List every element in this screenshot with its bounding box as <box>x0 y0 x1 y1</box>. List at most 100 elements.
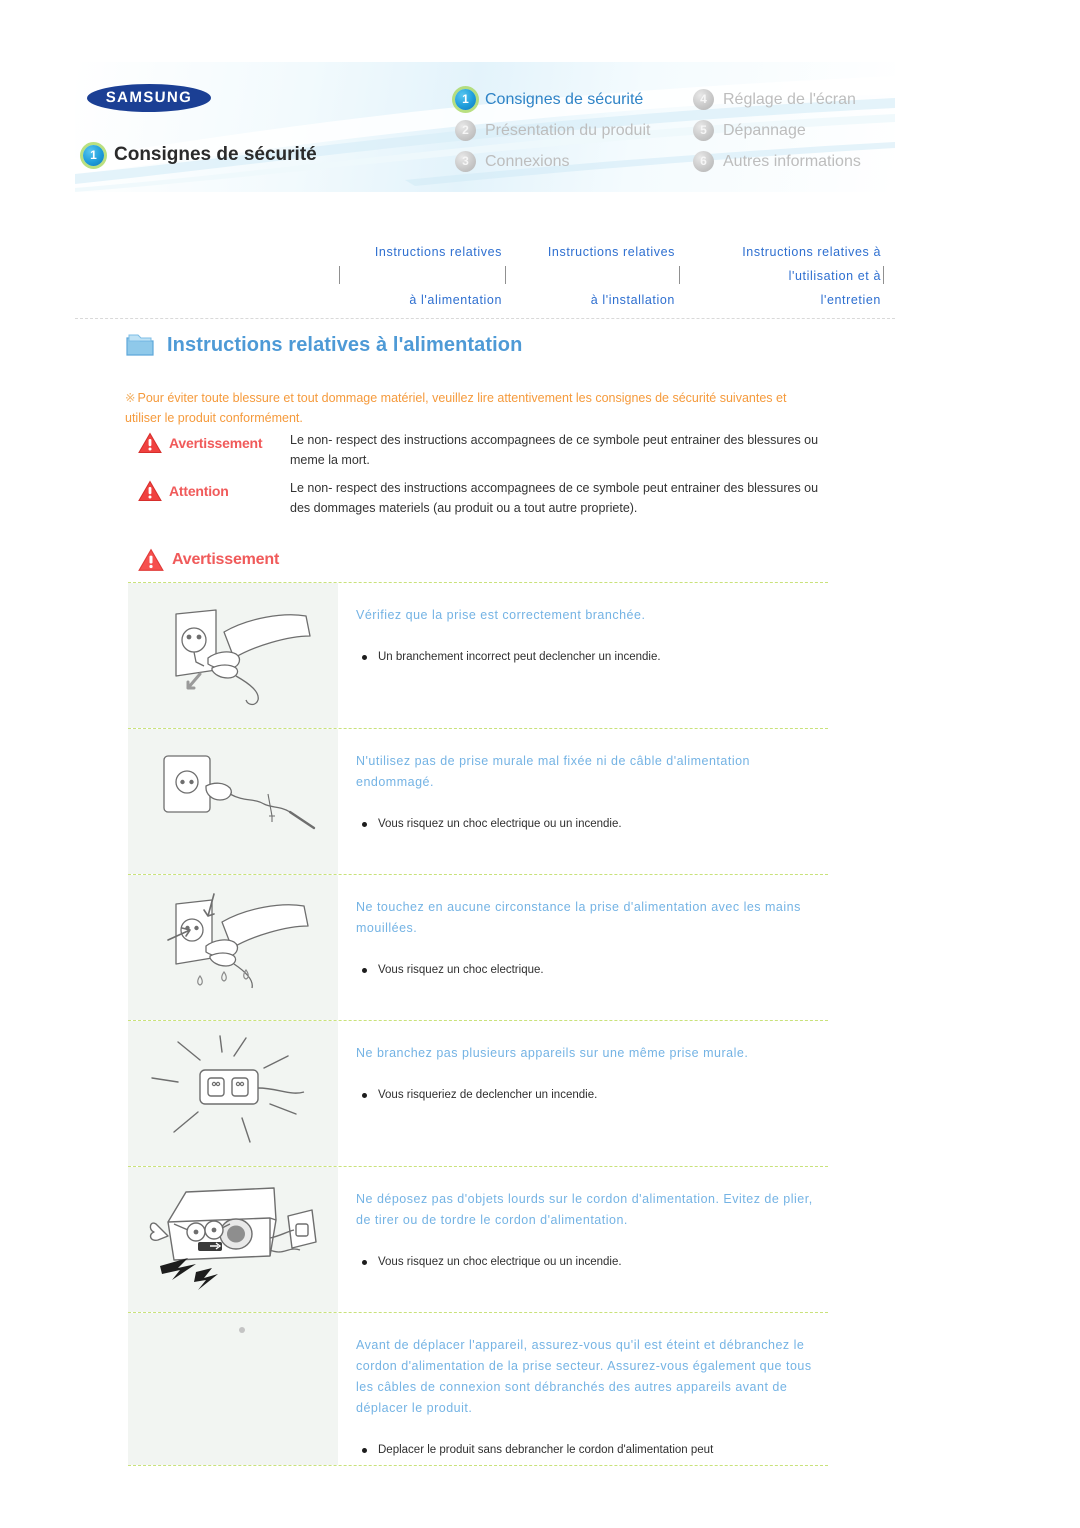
page-title-number-badge: 1 <box>83 144 104 166</box>
wet-hand-touching-power-plug-illustration <box>167 892 309 988</box>
nav-label-3: Connexions <box>485 152 570 170</box>
nav-number-badge-4: 4 <box>693 89 714 110</box>
hand-plugging-cord-into-wall-socket-illustration <box>175 608 311 705</box>
tab-separator-3 <box>679 266 680 284</box>
safety-item-bullet: Vous risqueriez de declencher un incendi… <box>356 1086 828 1105</box>
nav-label-1: Consignes de sécurité <box>485 90 644 108</box>
nav-item-depannage[interactable]: 5 Dépannage <box>693 115 895 146</box>
nav-label-5: Dépannage <box>723 121 806 139</box>
safety-item-bullet: Vous risquez un choc electrique. <box>356 961 828 980</box>
nav-number-badge-6: 6 <box>693 151 714 172</box>
tab-instructions-installation[interactable]: Instructions relatives à l'installation <box>510 240 675 312</box>
nav-number-badge-2: 2 <box>455 120 476 141</box>
caution-triangle-icon <box>138 480 162 501</box>
legend-text-avertissement: Avertissement <box>169 435 263 451</box>
safety-item-bullet: Vous risquez un choc electrique ou un in… <box>356 815 828 834</box>
section-intro-text: ※ Pour éviter toute blessure et tout domm… <box>125 388 825 428</box>
page-header: SAMSUNG 1 Consignes de sécurité 1 Consig… <box>75 62 895 192</box>
nav-label-2: Présentation du produit <box>485 121 651 139</box>
page-title-group: 1 Consignes de sécurité <box>83 144 317 166</box>
safety-text-cell: Vérifiez que la prise est correctement b… <box>338 583 828 728</box>
nav-number-badge-5: 5 <box>693 120 714 141</box>
damaged-power-cable-wall-socket-illustration <box>163 754 316 829</box>
safety-item-bullets: Vous risqueriez de declencher un incendi… <box>356 1086 828 1105</box>
safety-row: Avant de déplacer l'appareil, assurez-vo… <box>128 1312 828 1466</box>
safety-row: Ne touchez en aucune circonstance la pri… <box>128 874 828 1020</box>
legend-desc-attention: Le non- respect des instructions accompa… <box>290 481 819 515</box>
folder-icon <box>126 334 154 356</box>
nav-item-autres-informations[interactable]: 6 Autres informations <box>693 146 895 177</box>
subsection-tabs: Instructions relatives à l'alimentation … <box>75 240 895 319</box>
safety-illustration-cell <box>128 875 338 1020</box>
samsung-logo: SAMSUNG <box>86 84 212 112</box>
intro-body: Pour éviter toute blessure et tout domma… <box>125 391 787 425</box>
legend-desc-avertissement: Le non- respect des instructions accompa… <box>290 433 819 467</box>
legend-label-attention: Attention <box>138 478 290 502</box>
section-banner: Instructions relatives à l'alimentation <box>125 332 522 358</box>
tab-3-line-2: l'utilisation et à <box>788 269 881 283</box>
safety-item-heading: Ne déposez pas d'objets lourds sur le co… <box>356 1192 813 1227</box>
section-banner-title: Instructions relatives à l'alimentation <box>167 333 523 356</box>
safety-item-bullets: Vous risquez un choc electrique. <box>356 961 828 980</box>
safety-row: Ne branchez pas plusieurs appareils sur … <box>128 1020 828 1166</box>
symbol-legend: Avertissement Le non- respect des instru… <box>138 430 838 526</box>
nav-item-reglage-de-lecran[interactable]: 4 Réglage de l'écran <box>693 84 895 115</box>
safety-illustration-cell <box>128 1021 338 1166</box>
nav-number-badge-1: 1 <box>455 89 476 110</box>
safety-item-heading: Vérifiez que la prise est correctement b… <box>356 608 646 622</box>
safety-text-cell: Avant de déplacer l'appareil, assurez-vo… <box>338 1313 828 1465</box>
safety-item-bullet: Deplacer le produit sans debrancher le c… <box>356 1441 828 1460</box>
moving-product-unplug-illustration <box>239 1327 245 1333</box>
tab-instructions-alimentation[interactable]: Instructions relatives à l'alimentation <box>337 240 502 312</box>
nav-label-4: Réglage de l'écran <box>723 90 856 108</box>
intro-mark-icon: ※ <box>125 391 136 405</box>
safety-item-bullets: Deplacer le produit sans debrancher le c… <box>356 1441 828 1460</box>
safety-illustration-cell <box>128 1167 338 1312</box>
tab-instructions-utilisation-entretien[interactable]: Instructions relatives à l'utilisation e… <box>695 240 881 312</box>
warning-section-heading-text: Avertissement <box>172 551 280 568</box>
safety-text-cell: Ne touchez en aucune circonstance la pri… <box>338 875 828 1020</box>
warning-triangle-icon <box>138 432 162 453</box>
legend-label-avertissement: Avertissement <box>138 430 290 454</box>
legend-row-avertissement: Avertissement Le non- respect des instru… <box>138 430 838 470</box>
legend-text-attention: Attention <box>169 483 229 499</box>
safety-text-cell: Ne branchez pas plusieurs appareils sur … <box>338 1021 828 1166</box>
page-root: SAMSUNG 1 Consignes de sécurité 1 Consig… <box>0 0 1080 1528</box>
nav-item-consignes-de-securite[interactable]: 1 Consignes de sécurité <box>455 84 685 115</box>
tab-separator-2 <box>505 266 506 284</box>
warning-triangle-icon-large <box>138 548 164 571</box>
safety-illustration-cell <box>128 729 338 874</box>
safety-item-heading: N'utilisez pas de prise murale mal fixée… <box>356 754 751 789</box>
safety-item-bullets: Un branchement incorrect peut declencher… <box>356 648 828 667</box>
tab-separator-4 <box>883 266 884 284</box>
safety-item-bullet: Un branchement incorrect peut declencher… <box>356 648 828 667</box>
nav-number-badge-3: 3 <box>455 151 476 172</box>
safety-item-heading: Ne branchez pas plusieurs appareils sur … <box>356 1046 749 1060</box>
tab-1-line-2: à l'alimentation <box>409 293 502 307</box>
safety-row: Vérifiez que la prise est correctement b… <box>128 582 828 728</box>
safety-item-bullets: Vous risquez un choc electrique ou un in… <box>356 815 828 834</box>
tab-3-line-3: l'entretien <box>820 293 881 307</box>
tab-2-line-2: à l'installation <box>590 293 675 307</box>
safety-item-heading: Avant de déplacer l'appareil, assurez-vo… <box>356 1338 812 1415</box>
nav-item-presentation-du-produit[interactable]: 2 Présentation du produit <box>455 115 685 146</box>
header-nav: 1 Consignes de sécurité 4 Réglage de l'é… <box>455 84 895 177</box>
overloaded-multi-plug-socket-illustration <box>151 1034 305 1143</box>
tab-1-line-1: Instructions relatives <box>374 245 502 259</box>
safety-illustration-cell <box>128 1313 338 1465</box>
safety-item-bullets: Vous risquez un choc electrique ou un in… <box>356 1253 828 1272</box>
safety-illustration-cell <box>128 583 338 728</box>
safety-row: N'utilisez pas de prise murale mal fixée… <box>128 728 828 874</box>
nav-label-6: Autres informations <box>723 152 861 170</box>
projector-with-bent-power-cord-illustration <box>149 1186 317 1290</box>
warning-section-heading: Avertissement <box>138 548 279 572</box>
safety-item-bullet: Vous risquez un choc electrique ou un in… <box>356 1253 828 1272</box>
tab-2-line-1: Instructions relatives <box>547 245 675 259</box>
tab-3-line-1: Instructions relatives à <box>742 245 881 259</box>
safety-instructions-table: Vérifiez que la prise est correctement b… <box>128 582 828 1466</box>
safety-text-cell: N'utilisez pas de prise murale mal fixée… <box>338 729 828 874</box>
safety-row: Ne déposez pas d'objets lourds sur le co… <box>128 1166 828 1312</box>
nav-item-connexions[interactable]: 3 Connexions <box>455 146 685 177</box>
page-title: Consignes de sécurité <box>114 144 317 165</box>
safety-text-cell: Ne déposez pas d'objets lourds sur le co… <box>338 1167 828 1312</box>
